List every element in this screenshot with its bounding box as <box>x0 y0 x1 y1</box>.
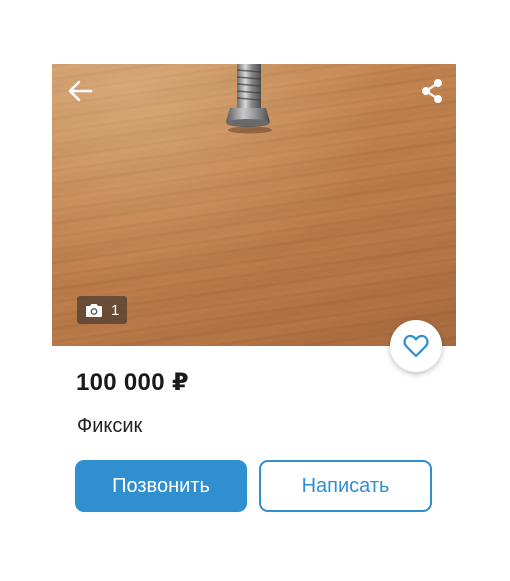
favorite-button[interactable] <box>390 320 442 372</box>
screw-image <box>226 64 272 134</box>
camera-icon <box>86 303 102 317</box>
photo-count-value: 1 <box>111 301 120 319</box>
call-button[interactable]: Позвонить <box>75 460 247 512</box>
heart-outline-icon <box>403 334 429 358</box>
photo-count-badge: 1 <box>77 296 128 324</box>
listing-title: Фиксик <box>77 415 143 437</box>
listing-photo[interactable]: 1 <box>52 64 456 346</box>
share-icon <box>422 79 442 103</box>
back-button[interactable] <box>62 76 98 106</box>
listing-price: 100 000 ₽ <box>76 369 189 396</box>
arrow-left-icon <box>68 80 93 102</box>
share-button[interactable] <box>414 76 450 106</box>
listing-screen: 1 100 000 ₽ Фиксик Позвонить Написать <box>0 0 510 581</box>
write-message-button[interactable]: Написать <box>259 460 432 512</box>
